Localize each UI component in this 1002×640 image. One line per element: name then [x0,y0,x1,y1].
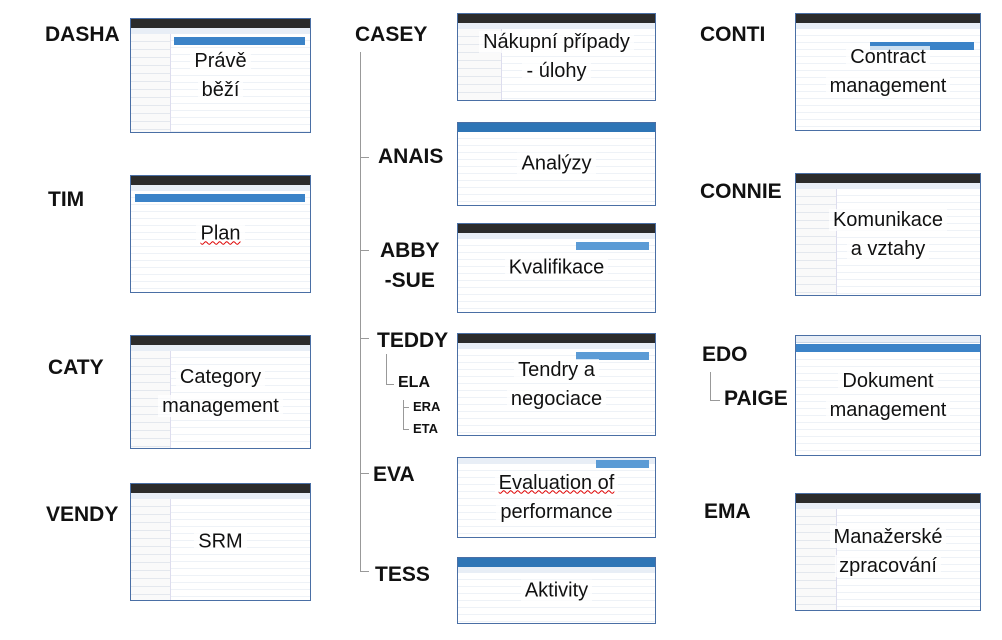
branch-ela-v [386,354,387,384]
caption-line: Kvalifikace [504,256,609,279]
thumb-caty[interactable]: Category management [130,335,311,449]
label-caty: CATY [48,356,104,379]
caption-line: Aktivity [520,579,593,601]
label-paige: PAIGE [724,387,788,410]
label-edo: EDO [702,343,748,366]
label-teddy: TEDDY [377,329,449,352]
caption-line: - úlohy [522,60,591,82]
thumb-dasha[interactable]: Právě běží [130,18,311,133]
caption-line: Analýzy [517,152,596,175]
thumb-casey[interactable]: Nákupní případy - úlohy [457,13,656,101]
thumb-edo[interactable]: Dokument management [795,335,981,456]
label-ema: EMA [704,500,751,523]
thumb-eva[interactable]: Evaluation of performance [457,457,656,538]
caption-line: Contract [846,46,930,68]
thumb-teddy[interactable]: Tendry a negociace [457,333,656,436]
label-casey: CASEY [355,23,428,46]
branch-abby [360,250,369,251]
branch-ela-h [386,384,394,385]
caption-line: a vztahy [846,237,930,260]
caption-line: Právě [190,49,251,72]
caption-line: performance [496,500,617,523]
label-connie: CONNIE [700,180,782,203]
thumb-connie[interactable]: Komunikace a vztahy [795,173,981,296]
thumb-vendy[interactable]: SRM [130,483,311,601]
label-eta: ETA [413,421,439,436]
tree-trunk [360,52,361,572]
caption-line: Plan [196,222,245,245]
branch-tess [360,571,369,572]
caption-line: negociace [506,387,607,410]
label-abby-1: ABBY [380,239,440,262]
branch-eta-h [403,429,409,430]
branch-era-v [403,400,404,429]
branch-paige-v [710,372,711,400]
caption-line: Category [175,366,266,388]
caption-line: Manažerské [829,526,947,548]
label-tim: TIM [48,188,85,211]
label-tess: TESS [375,563,430,586]
thumb-abby[interactable]: Kvalifikace [457,223,656,313]
caption-line: Dokument [838,369,938,392]
label-abby: ABBY -SUE [380,236,440,296]
label-anais: ANAIS [378,145,444,168]
caption-line: SRM [194,530,247,553]
caption-line: management [158,395,283,417]
caption-line: běží [197,78,244,101]
branch-era-h [403,407,409,408]
label-vendy: VENDY [46,503,119,526]
label-conti: CONTI [700,23,766,46]
thumb-tim[interactable]: Plan [130,175,311,293]
thumb-tess[interactable]: Aktivity [457,557,656,624]
thumb-conti[interactable]: Contract management [795,13,981,131]
caption-line: management [825,398,951,421]
branch-eva [360,473,369,474]
label-eva: EVA [373,463,415,486]
branch-teddy [360,338,369,339]
thumb-anais[interactable]: Analýzy [457,122,656,206]
caption-line: zpracování [835,555,941,577]
caption-line: management [825,75,951,97]
caption-line: Nákupní případy [479,31,634,53]
caption-line: Komunikace [828,208,948,231]
branch-paige-h [710,400,720,401]
caption-line: Tendry a [514,358,599,381]
caption-line: Evaluation of [494,471,619,494]
thumb-ema[interactable]: Manažerské zpracování [795,493,981,611]
label-dasha: DASHA [45,23,120,46]
label-abby-2: -SUE [384,269,435,292]
branch-anais [360,157,369,158]
